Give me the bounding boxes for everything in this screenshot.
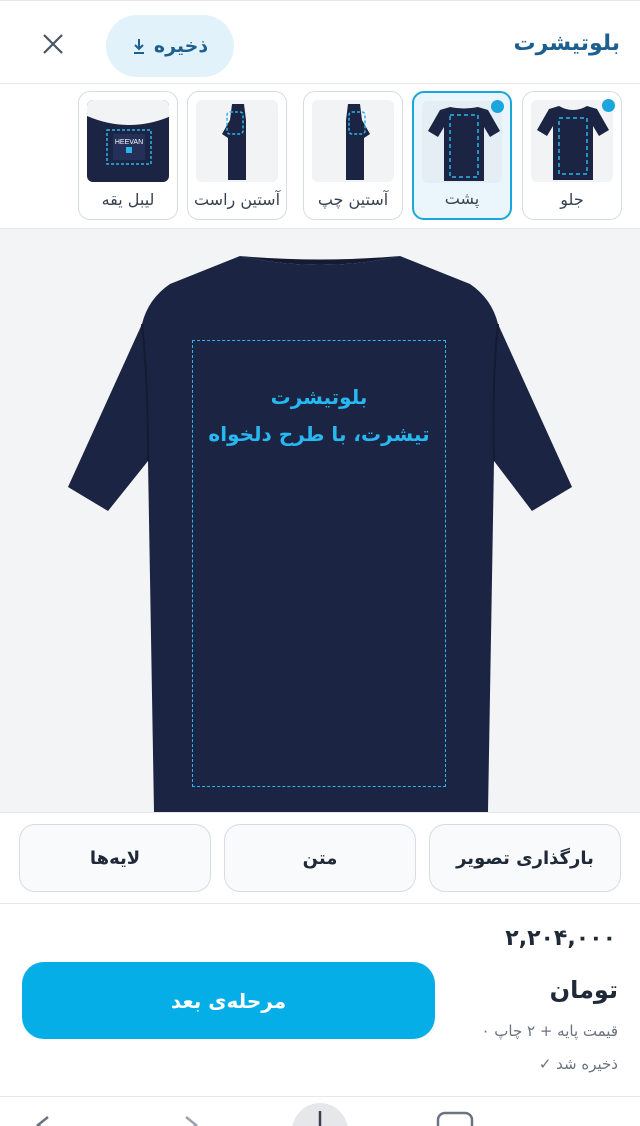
next-step-button[interactable]: مرحله‌ی بعد (22, 962, 435, 1039)
add-text-button[interactable]: متن (224, 824, 416, 892)
layers-button[interactable]: لایه‌ها (19, 824, 211, 892)
collar-label-thumbnail: HEEVAN (87, 100, 169, 182)
left-sleeve-thumbnail (312, 100, 394, 182)
save-label: ذخیره (153, 35, 209, 57)
tabs-icon[interactable] (436, 1111, 474, 1126)
front-thumbnail (531, 100, 613, 182)
forward-nav-icon[interactable] (185, 1116, 199, 1126)
view-label: آستین چپ (317, 190, 389, 209)
bottom-navigation (0, 1096, 640, 1126)
upload-image-button[interactable]: بارگذاری تصویر (429, 824, 621, 892)
view-tab-left-sleeve[interactable]: آستین چپ (303, 91, 403, 220)
view-tab-back[interactable]: پشت (412, 91, 512, 220)
page-title: بلوتیشرت (513, 31, 620, 56)
save-status: ذخیره شد ✓ (538, 1055, 618, 1073)
has-design-dot (602, 99, 615, 112)
view-label: لیبل یقه (101, 190, 155, 209)
price-breakdown: قیمت پایه + ۲ چاپ ۰ (481, 1022, 618, 1040)
back-nav-icon[interactable] (35, 1116, 49, 1126)
close-button[interactable] (36, 27, 70, 61)
view-tab-right-sleeve[interactable]: آستین راست (187, 91, 287, 220)
design-text-layer[interactable]: بلوتیشرت تیشرت، با طرح دلخواه (192, 379, 446, 453)
layers-label: لایه‌ها (89, 847, 141, 869)
tool-bar: بارگذاری تصویر متن لایه‌ها (0, 812, 640, 904)
price-amount: ۲,۲۰۴,۰۰۰ (505, 926, 616, 951)
download-icon (133, 39, 144, 54)
new-tab-icon[interactable] (292, 1103, 348, 1126)
view-selector: جلو پشت آستین چپ آستین راست HEEVAN لیبل … (0, 84, 640, 229)
save-button[interactable]: ذخیره (106, 15, 234, 77)
collar-label-brand: HEEVAN (115, 139, 143, 146)
design-text-line2: تیشرت، با طرح دلخواه (208, 422, 430, 446)
right-sleeve-thumbnail (196, 100, 278, 182)
view-label: جلو (560, 190, 584, 209)
design-text-line1: بلوتیشرت (270, 385, 368, 409)
next-step-label: مرحله‌ی بعد (170, 988, 287, 1013)
upload-image-label: بارگذاری تصویر (456, 847, 594, 869)
view-tab-collar-label[interactable]: HEEVAN لیبل یقه (78, 91, 178, 220)
design-canvas[interactable]: بلوتیشرت تیشرت، با طرح دلخواه (0, 229, 640, 812)
top-bar: بلوتیشرت ذخیره (0, 0, 640, 84)
add-text-label: متن (302, 847, 338, 869)
back-thumbnail (422, 101, 502, 183)
close-icon (43, 34, 63, 54)
view-label: آستین راست (193, 190, 281, 209)
view-tab-front[interactable]: جلو (522, 91, 622, 220)
has-design-dot (491, 100, 504, 113)
view-label: پشت (444, 189, 480, 208)
price-currency: تومان (549, 976, 618, 1004)
